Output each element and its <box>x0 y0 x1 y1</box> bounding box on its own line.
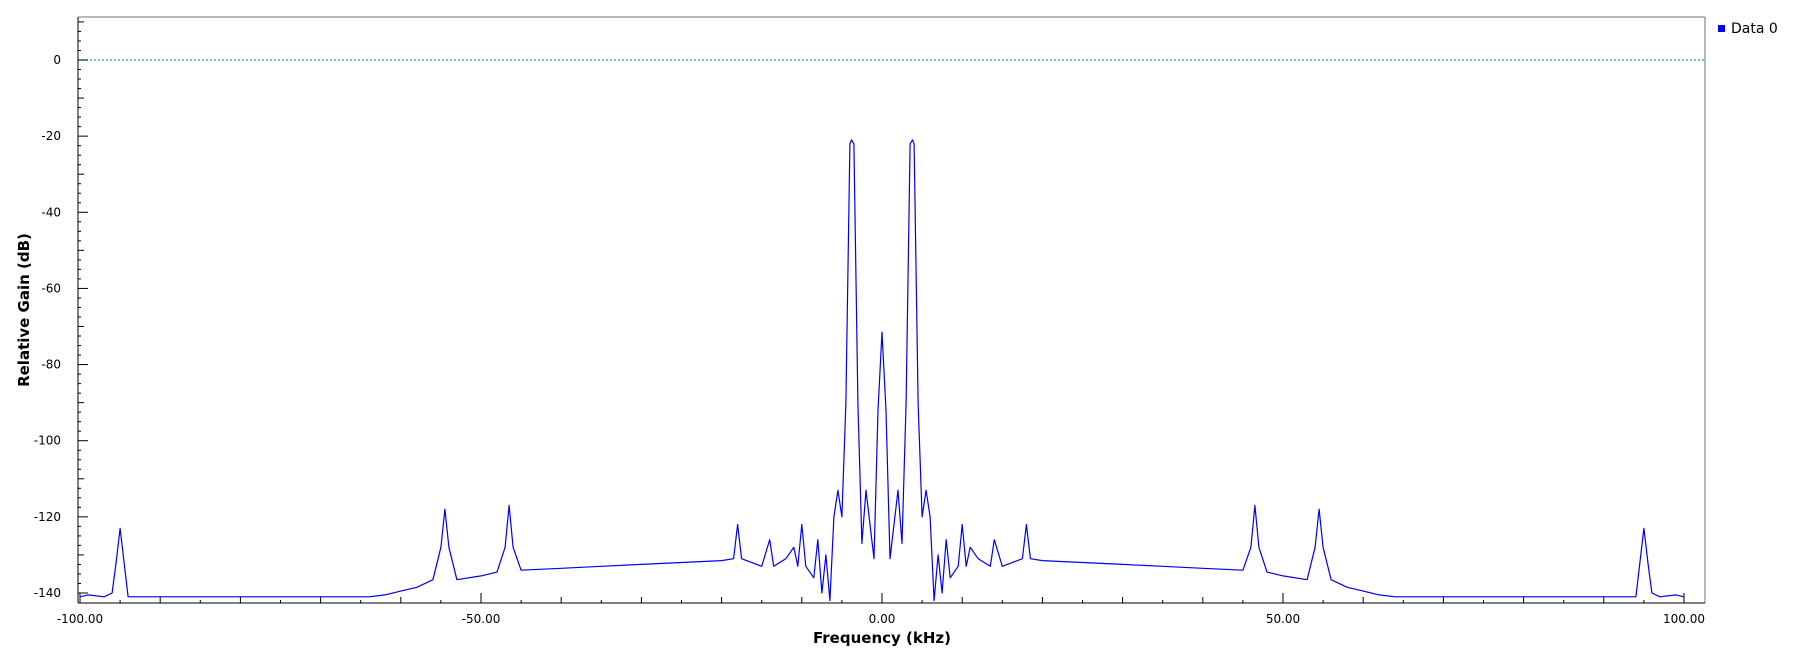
y-axis-title: Relative Gain (dB) <box>15 233 33 387</box>
y-tick-label: -80 <box>41 358 61 372</box>
y-tick-label: -100 <box>34 434 61 448</box>
x-tick-label: -50.00 <box>462 612 501 626</box>
x-tick-label: -100.00 <box>57 612 103 626</box>
y-tick-label: -140 <box>34 586 61 600</box>
legend-swatch <box>1718 25 1725 32</box>
x-axis-title: Frequency (kHz) <box>813 629 951 647</box>
y-tick-label: -120 <box>34 510 61 524</box>
x-tick-label: 100.00 <box>1663 612 1705 626</box>
x-tick-label: 50.00 <box>1266 612 1300 626</box>
y-tick-label: -20 <box>41 129 61 143</box>
x-tick-label: 0.00 <box>869 612 896 626</box>
chart-background <box>0 0 1793 653</box>
y-tick-label: -60 <box>41 281 61 295</box>
legend-label-data-0: Data 0 <box>1731 21 1778 37</box>
spectrum-chart: -100.00 -50.00 0.00 50.00 100.00 0 -20 -40 -60 -… <box>0 0 1793 653</box>
y-tick-label: -40 <box>41 205 61 219</box>
y-tick-label: 0 <box>53 53 61 67</box>
